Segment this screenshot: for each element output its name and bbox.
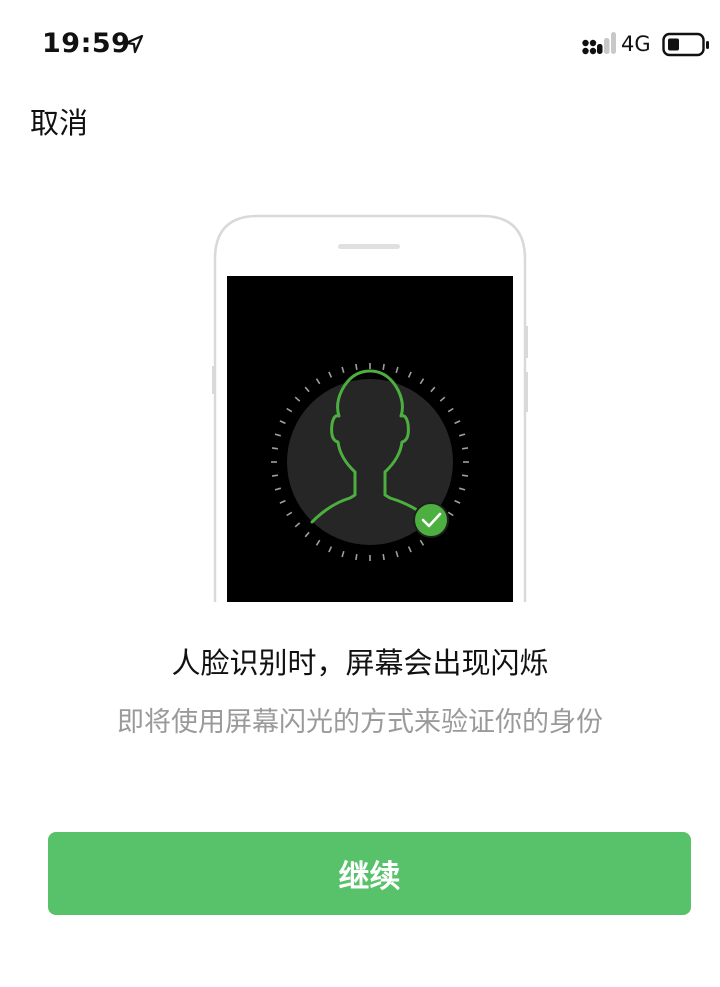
battery-icon bbox=[662, 32, 709, 57]
status-bar: 19:59 4G bbox=[0, 0, 720, 90]
scan-tick bbox=[382, 553, 385, 561]
page-subtitle: 即将使用屏幕闪光的方式来验证你的身份 bbox=[117, 707, 603, 738]
signal-icon bbox=[582, 32, 616, 55]
scan-tick bbox=[271, 447, 279, 450]
status-time: 19:59 bbox=[42, 28, 131, 59]
phone-speaker bbox=[338, 244, 400, 249]
location-arrow-icon bbox=[124, 34, 144, 54]
scan-tick bbox=[355, 363, 358, 371]
network-type: 4G bbox=[621, 32, 651, 56]
scan-tick bbox=[355, 553, 358, 561]
page-title: 人脸识别时，屏幕会出现闪烁 bbox=[171, 646, 549, 680]
check-badge-icon bbox=[413, 502, 449, 538]
scan-tick bbox=[382, 363, 385, 371]
face-scan-illustration bbox=[212, 214, 528, 602]
cancel-button[interactable]: 取消 bbox=[30, 100, 88, 142]
scan-tick bbox=[271, 474, 279, 477]
scan-tick bbox=[461, 474, 469, 477]
scan-tick bbox=[461, 447, 469, 450]
continue-button[interactable]: 继续 bbox=[48, 832, 691, 915]
